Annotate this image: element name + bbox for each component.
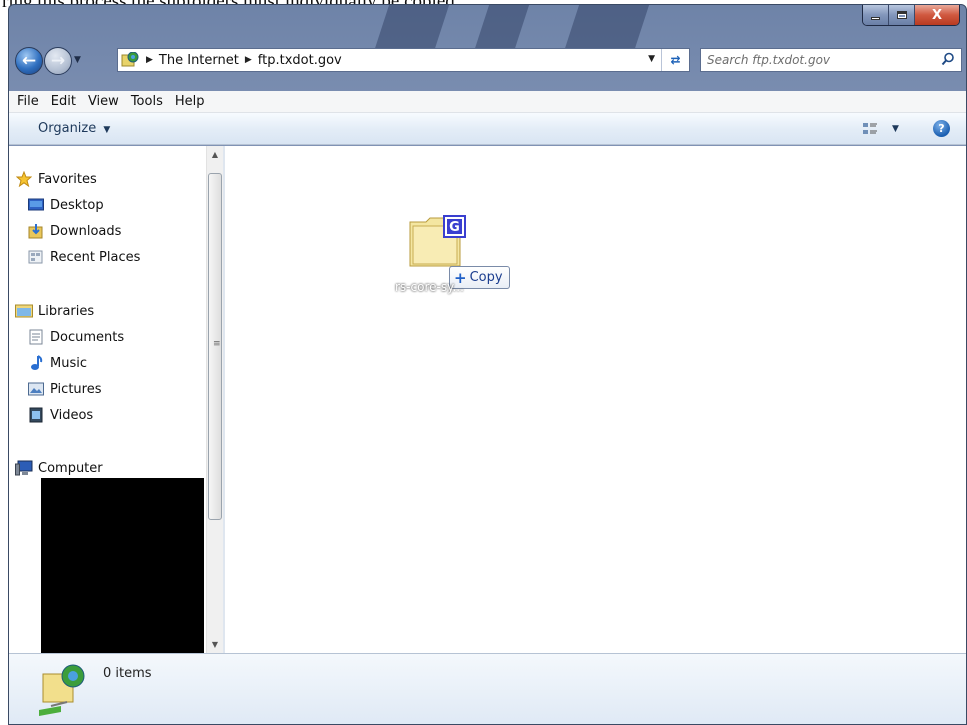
pictures-icon <box>27 381 45 397</box>
star-icon <box>15 171 33 187</box>
forward-arrow-icon: → <box>50 51 66 71</box>
menu-tools[interactable]: Tools <box>131 94 163 109</box>
nav-label: Favorites <box>38 171 97 187</box>
forward-button[interactable]: → <box>44 47 72 75</box>
address-bar[interactable]: ▶ The Internet ▶ ftp.txdot.gov ▼ ⇄ <box>117 48 690 72</box>
nav-recent-places[interactable]: Recent Places <box>27 246 140 268</box>
nav-favorites[interactable]: Favorites <box>15 168 97 190</box>
dragged-folder-icon: G <box>408 214 470 270</box>
organize-label: Organize <box>38 121 97 136</box>
libraries-icon <box>15 303 33 319</box>
back-arrow-icon: ← <box>21 51 37 71</box>
videos-icon <box>27 407 45 423</box>
nav-downloads[interactable]: Downloads <box>27 220 121 242</box>
computer-icon <box>15 460 33 476</box>
nav-label: Libraries <box>38 303 95 319</box>
help-icon: ? <box>938 122 945 135</box>
nav-documents[interactable]: Documents <box>27 326 124 348</box>
menu-edit[interactable]: Edit <box>51 94 76 109</box>
nav-label: Pictures <box>50 381 102 397</box>
menu-bar: File Edit View Tools Help <box>9 91 966 113</box>
redacted-region <box>41 478 204 653</box>
search-input[interactable] <box>701 49 921 71</box>
close-icon: X <box>931 7 943 23</box>
scroll-up-icon[interactable]: ▲ <box>207 146 223 163</box>
navigation-row: ← → ▼ ▶ The Internet ▶ ftp.txdot.gov ▼ ⇄ <box>9 45 966 79</box>
close-button[interactable]: X <box>915 5 959 25</box>
breadcrumb-the-internet[interactable]: The Internet <box>159 53 239 68</box>
scroll-down-icon[interactable]: ▼ <box>207 636 223 653</box>
nav-computer[interactable]: Computer <box>15 457 103 479</box>
nav-label: Downloads <box>50 223 122 239</box>
nav-music[interactable]: Music <box>27 352 87 374</box>
breadcrumb-ftp-site[interactable]: ftp.txdot.gov <box>258 53 342 68</box>
navigation-pane: Favorites Desktop Downloads Recent Place… <box>9 146 206 653</box>
change-view-button[interactable] <box>862 121 878 137</box>
nav-desktop[interactable]: Desktop <box>27 194 104 216</box>
breadcrumb-separator-icon[interactable]: ▶ <box>245 55 252 65</box>
scroll-thumb[interactable]: ≡ <box>208 173 222 520</box>
nav-label: Documents <box>50 329 125 345</box>
refresh-button[interactable]: ⇄ <box>661 49 689 71</box>
nav-label: Desktop <box>50 197 104 213</box>
downloads-icon <box>27 223 45 239</box>
menu-file[interactable]: File <box>17 94 39 109</box>
nav-pane-scrollbar[interactable]: ▲ ≡ ▼ <box>206 146 223 653</box>
nav-videos[interactable]: Videos <box>27 404 93 426</box>
scroll-grip-icon: ≡ <box>213 339 221 349</box>
address-dropdown-icon[interactable]: ▼ <box>648 54 655 64</box>
nav-label: Computer <box>38 460 103 476</box>
chevron-down-icon: ▼ <box>74 55 81 65</box>
nav-libraries[interactable]: Libraries <box>15 300 94 322</box>
menu-view[interactable]: View <box>88 94 119 109</box>
nav-label: Music <box>50 355 87 371</box>
maximize-button[interactable] <box>889 5 915 25</box>
command-bar: Organize ▼ ▼ ? <box>9 113 966 145</box>
nav-pictures[interactable]: Pictures <box>27 378 101 400</box>
network-folder-icon <box>37 662 87 718</box>
minimize-button[interactable] <box>863 5 889 25</box>
menu-help[interactable]: Help <box>175 94 205 109</box>
details-view-icon <box>863 123 877 134</box>
search-icon[interactable] <box>941 52 955 66</box>
folder-badge-letter: G <box>449 220 460 235</box>
maximize-icon <box>896 11 907 19</box>
explorer-window: X ← → ▼ ▶ The Internet ▶ ftp.txdot.gov ▼… <box>8 4 967 725</box>
nav-label: Videos <box>50 407 94 423</box>
dragged-item-label: rs-core-sy... <box>395 280 464 294</box>
documents-icon <box>27 329 45 345</box>
search-box[interactable] <box>700 48 962 72</box>
caption-buttons: X <box>862 5 960 26</box>
music-icon <box>27 355 45 371</box>
recent-pages-button[interactable]: ▼ <box>74 55 81 65</box>
views-dropdown-icon[interactable]: ▼ <box>892 124 899 134</box>
network-globe-icon <box>120 51 140 69</box>
item-count: 0 items <box>103 666 152 681</box>
back-button[interactable]: ← <box>15 47 43 75</box>
chevron-down-icon: ▼ <box>103 125 111 135</box>
breadcrumb-separator-icon[interactable]: ▶ <box>146 55 153 65</box>
organize-button[interactable]: Organize ▼ <box>38 121 110 136</box>
refresh-icon: ⇄ <box>670 53 681 67</box>
copy-label: Copy <box>469 270 503 285</box>
file-list-area[interactable]: G + Copy rs-core-sy... <box>225 146 966 653</box>
help-button[interactable]: ? <box>933 120 950 137</box>
details-pane: 0 items <box>9 653 966 724</box>
minimize-icon <box>871 16 880 20</box>
recent-places-icon <box>27 249 45 265</box>
desktop-icon <box>27 197 45 213</box>
nav-label: Recent Places <box>50 249 141 265</box>
